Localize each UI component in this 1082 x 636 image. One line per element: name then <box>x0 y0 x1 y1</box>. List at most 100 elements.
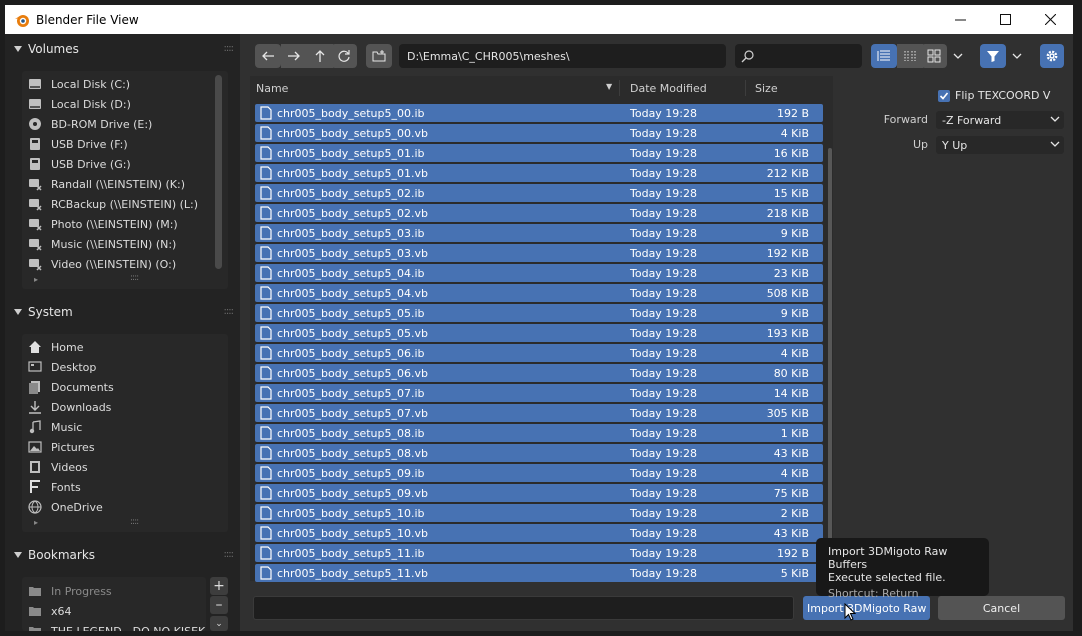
drag-grip-icon[interactable]: :::: <box>224 549 235 560</box>
sidebar-item[interactable]: Local Disk (C:) <box>22 74 228 94</box>
file-row[interactable]: chr005_body_setup5_08.vb Today 19:28 43 Ki… <box>255 444 823 462</box>
sidebar-item[interactable]: BD-ROM Drive (E:) <box>22 114 228 134</box>
expand-arrow-icon[interactable]: ▸ <box>34 518 38 527</box>
sidebar-item[interactable]: Fonts <box>22 477 228 497</box>
sidebar-item[interactable]: Videos <box>22 457 228 477</box>
forward-button[interactable] <box>281 44 307 68</box>
file-row[interactable]: chr005_body_setup5_05.ib Today 19:28 9 KiB <box>255 304 823 322</box>
column-header-name[interactable]: Name <box>256 76 288 100</box>
sidebar-item[interactable]: USB Drive (F:) <box>22 134 228 154</box>
sidebar-item[interactable]: Documents <box>22 377 228 397</box>
display-thumbnails-button[interactable] <box>921 44 947 68</box>
drag-grip-icon[interactable]: :::: <box>224 43 235 54</box>
maximize-button[interactable] <box>983 5 1028 34</box>
file-row[interactable]: chr005_body_setup5_01.vb Today 19:28 212 K… <box>255 164 823 182</box>
file-row[interactable]: chr005_body_setup5_04.ib Today 19:28 23 Ki… <box>255 264 823 282</box>
file-date: Today 19:28 <box>630 386 698 400</box>
file-row[interactable]: chr005_body_setup5_11.vb Today 19:28 5 KiB <box>255 564 823 582</box>
forward-dropdown[interactable]: -Z Forward <box>936 111 1064 129</box>
file-size: 80 KiB <box>773 366 809 380</box>
volumes-scrollbar[interactable] <box>215 75 222 269</box>
disc-icon <box>29 118 41 130</box>
file-row[interactable]: chr005_body_setup5_09.ib Today 19:28 4 KiB <box>255 464 823 482</box>
sidebar-item[interactable]: Music <box>22 417 228 437</box>
resize-handle[interactable]: :::: <box>130 273 139 283</box>
add-bookmark-button[interactable]: + <box>210 577 228 595</box>
file-row[interactable]: chr005_body_setup5_06.ib Today 19:28 4 KiB <box>255 344 823 362</box>
tooltip-shortcut: Shortcut: Return <box>828 587 919 600</box>
file-size: 4 KiB <box>780 466 809 480</box>
up-dropdown[interactable]: Y Up <box>936 136 1064 154</box>
file-date: Today 19:28 <box>630 506 698 520</box>
file-row[interactable]: chr005_body_setup5_10.vb Today 19:28 43 Ki… <box>255 524 823 542</box>
minimize-button[interactable] <box>938 5 983 34</box>
file-row[interactable]: chr005_body_setup5_02.vb Today 19:28 218 K… <box>255 204 823 222</box>
file-name: chr005_body_setup5_02.vb <box>277 206 428 220</box>
bookmarks-menu-button[interactable]: ⌄ <box>210 616 228 631</box>
display-list-horizontal-button[interactable] <box>897 44 923 68</box>
directory-path-input[interactable]: D:\Emma\C_CHR005\meshes\ <box>399 44 726 68</box>
flip-texcoord-checkbox[interactable]: Flip TEXCOORD V <box>938 89 1050 102</box>
drag-grip-icon[interactable]: :::: <box>224 306 235 317</box>
file-row[interactable]: chr005_body_setup5_11.ib Today 19:28 192 B <box>255 544 823 562</box>
sidebar-item[interactable]: Music (\\EINSTEIN) (N:) <box>22 234 228 254</box>
file-row[interactable]: chr005_body_setup5_09.vb Today 19:28 75 Ki… <box>255 484 823 502</box>
file-name: chr005_body_setup5_09.ib <box>277 466 425 480</box>
sidebar-item[interactable]: RCBackup (\\EINSTEIN) (L:) <box>22 194 228 214</box>
file-row[interactable]: chr005_body_setup5_06.vb Today 19:28 80 Ki… <box>255 364 823 382</box>
file-row[interactable]: chr005_body_setup5_03.ib Today 19:28 9 KiB <box>255 224 823 242</box>
file-row[interactable]: chr005_body_setup5_08.ib Today 19:28 1 KiB <box>255 424 823 442</box>
file-list-scrollbar[interactable] <box>828 148 832 573</box>
sort-descending-icon[interactable]: ▼ <box>606 82 612 91</box>
sidebar-item[interactable]: Photo (\\EINSTEIN) (M:) <box>22 214 228 234</box>
volumes-panel-header[interactable]: Volumes :::: <box>13 39 235 59</box>
display-settings-dropdown[interactable] <box>947 44 969 68</box>
display-list-vertical-button[interactable] <box>871 44 897 68</box>
close-button[interactable] <box>1028 5 1073 34</box>
file-row[interactable]: chr005_body_setup5_04.vb Today 19:28 508 K… <box>255 284 823 302</box>
file-row[interactable]: chr005_body_setup5_10.ib Today 19:28 2 KiB <box>255 504 823 522</box>
expand-arrow-icon[interactable]: ▸ <box>34 275 38 284</box>
forward-value: -Z Forward <box>942 113 1002 127</box>
sidebar-item[interactable]: Video (\\EINSTEIN) (O:) <box>22 254 228 274</box>
file-name: chr005_body_setup5_00.vb <box>277 126 428 140</box>
sidebar-item[interactable]: THE LEGEND - DO NO KISEKI <box>22 621 206 631</box>
search-input[interactable] <box>735 44 862 68</box>
file-row[interactable]: chr005_body_setup5_07.ib Today 19:28 14 Ki… <box>255 384 823 402</box>
collapse-triangle-icon <box>14 552 22 558</box>
sidebar-item[interactable]: Desktop <box>22 357 228 377</box>
bookmarks-panel-header[interactable]: Bookmarks :::: <box>13 545 235 565</box>
up-label: Up <box>912 138 928 151</box>
filter-settings-dropdown[interactable] <box>1006 44 1028 68</box>
sidebar-item[interactable]: x64 <box>22 601 206 621</box>
system-panel-header[interactable]: System :::: <box>13 302 235 322</box>
sidebar-item[interactable]: Local Disk (D:) <box>22 94 228 114</box>
sidebar-item[interactable]: Home <box>22 337 228 357</box>
minus-icon: – <box>215 597 223 613</box>
column-header-size[interactable]: Size <box>755 76 778 100</box>
file-icon <box>260 326 272 340</box>
sidebar-item[interactable]: Randall (\\EINSTEIN) (K:) <box>22 174 228 194</box>
sidebar-item[interactable]: USB Drive (G:) <box>22 154 228 174</box>
remove-bookmark-button[interactable]: – <box>210 596 228 614</box>
sidebar-item[interactable]: Downloads <box>22 397 228 417</box>
refresh-button[interactable] <box>331 44 357 68</box>
file-row[interactable]: chr005_body_setup5_03.vb Today 19:28 192 K… <box>255 244 823 262</box>
new-directory-button[interactable] <box>366 44 392 68</box>
filter-toggle-button[interactable] <box>980 44 1006 68</box>
options-toggle-button[interactable] <box>1040 44 1064 68</box>
file-row[interactable]: chr005_body_setup5_07.vb Today 19:28 305 K… <box>255 404 823 422</box>
sidebar-item[interactable]: OneDrive <box>22 497 228 517</box>
parent-directory-button[interactable] <box>307 44 333 68</box>
filename-input[interactable] <box>253 596 794 620</box>
sidebar-item[interactable]: Pictures <box>22 437 228 457</box>
file-row[interactable]: chr005_body_setup5_01.ib Today 19:28 16 Ki… <box>255 144 823 162</box>
resize-handle[interactable]: :::: <box>130 517 139 527</box>
file-row[interactable]: chr005_body_setup5_00.vb Today 19:28 4 KiB <box>255 124 823 142</box>
file-row[interactable]: chr005_body_setup5_02.ib Today 19:28 15 Ki… <box>255 184 823 202</box>
file-row[interactable]: chr005_body_setup5_05.vb Today 19:28 193 K… <box>255 324 823 342</box>
column-header-date[interactable]: Date Modified <box>630 76 707 100</box>
file-row[interactable]: chr005_body_setup5_00.ib Today 19:28 192 B <box>255 104 823 122</box>
sidebar-item[interactable]: In Progress <box>22 581 206 601</box>
back-button[interactable] <box>255 44 281 68</box>
